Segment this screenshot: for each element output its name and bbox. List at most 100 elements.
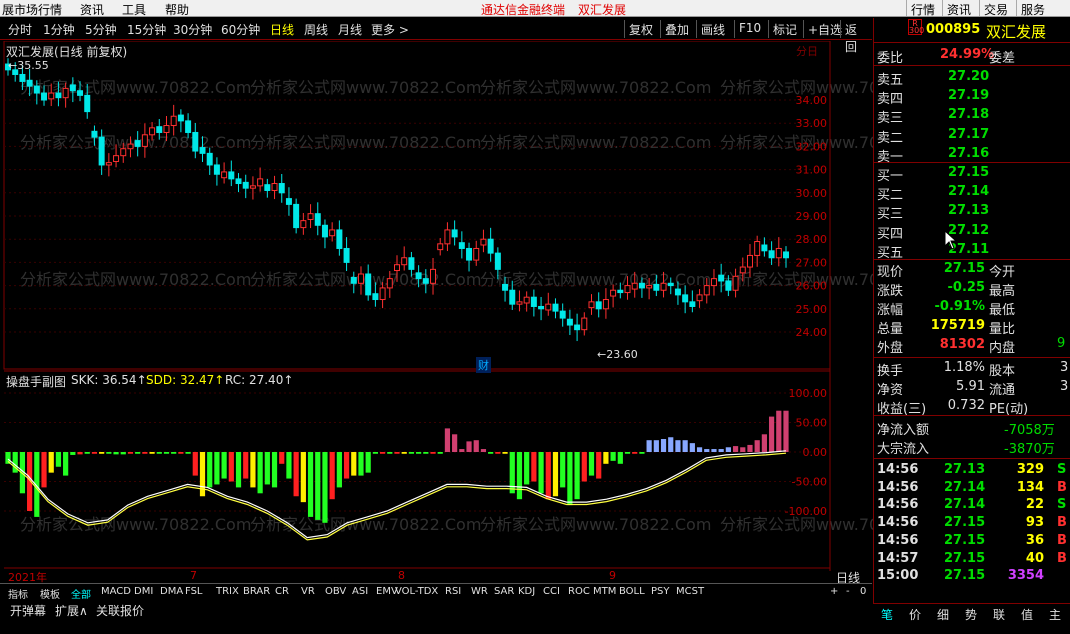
zoom-out-button[interactable]: - (846, 586, 850, 597)
period-tab-minute[interactable]: 分时 (8, 21, 32, 38)
indicator-tab[interactable]: WR (471, 586, 488, 597)
draw-button[interactable]: 画线 (696, 20, 729, 38)
indicator-bar (135, 452, 141, 454)
tab-trend[interactable]: 势 (965, 606, 977, 623)
zoom-reset-button[interactable]: 0 (860, 586, 866, 597)
period-tab-monthly[interactable]: 月线 (338, 21, 362, 38)
menu-quotes-button[interactable]: 行情 (906, 0, 939, 17)
netflow-value: -7058万 (1004, 423, 1055, 438)
indicator-bar (228, 452, 234, 482)
tab-trades[interactable]: 笔 (881, 606, 893, 623)
indicator-bar (430, 452, 436, 454)
finance-marker[interactable]: 财 (476, 357, 491, 373)
danmaku-button[interactable]: 开弹幕 (10, 602, 46, 619)
mark-button[interactable]: 标记 (768, 20, 801, 38)
ask-label: 卖四 (877, 92, 904, 108)
menu-tools[interactable]: 工具 (122, 1, 146, 18)
indicator-tab[interactable]: 模板 (40, 586, 60, 601)
period-tab-more[interactable]: 更多 > (371, 21, 409, 38)
tick-time: 14:56 (877, 532, 919, 548)
tab-detail[interactable]: 细 (937, 606, 949, 623)
period-tab-30min[interactable]: 30分钟 (173, 21, 212, 38)
indicator-tab[interactable]: TRIX (216, 586, 239, 597)
indicator-bar (329, 452, 335, 500)
price-axis-label: 26.00 (796, 280, 828, 293)
period-tab-weekly[interactable]: 周线 (304, 21, 328, 38)
tab-linked[interactable]: 联 (993, 606, 1005, 623)
period-tab-60min[interactable]: 60分钟 (221, 21, 260, 38)
indicator-tab[interactable]: CR (275, 586, 289, 597)
stat-label-2: 内盘 (989, 341, 1016, 356)
indicator-tab[interactable]: CCI (543, 586, 560, 597)
menu-news-button[interactable]: 资讯 (942, 0, 975, 17)
zoom-in-button[interactable]: + (830, 586, 838, 597)
menu-trade-button[interactable]: 交易 (979, 0, 1012, 17)
indicator-tab[interactable]: FSL (185, 586, 203, 597)
tick-side: B (1057, 515, 1067, 531)
indicator-tab[interactable]: BRAR (243, 586, 270, 597)
indicator-tab[interactable]: OBV (325, 586, 346, 597)
related-quote-button[interactable]: 关联报价 (96, 602, 144, 619)
price-axis-label: 34.00 (796, 94, 828, 107)
indicator-tab[interactable]: MACD (101, 586, 131, 597)
indicator-tab[interactable]: PSY (651, 586, 670, 597)
price-axis-label: 32.00 (796, 140, 828, 153)
chart-area[interactable]: 分析家公式网www.70822.Com 分析家公式网www.70822.Com … (0, 41, 951, 585)
stat-value: 27.15 (943, 261, 985, 276)
indicator-tab[interactable]: DMI (134, 586, 153, 597)
candle-body (206, 152, 213, 166)
indicator-tab[interactable]: VR (301, 586, 315, 597)
candle-body (646, 285, 653, 289)
indicator-bar (416, 452, 422, 454)
indicator-bar (336, 452, 342, 488)
tick-side: B (1057, 479, 1067, 495)
indicator-bar (178, 452, 184, 454)
candle-body (732, 275, 739, 291)
fund-label-2: 流通 (989, 383, 1016, 398)
indicator-tab[interactable]: BOLL (619, 586, 645, 597)
indicator-bar (163, 452, 170, 454)
period-tab-1min[interactable]: 1分钟 (43, 21, 75, 38)
indicator-bar (444, 428, 451, 452)
indicator-tab[interactable]: MTM (593, 586, 616, 597)
indicator-tab[interactable]: KDJ (518, 586, 535, 597)
indicator-tab[interactable]: 指标 (8, 586, 28, 601)
f10-button[interactable]: F10 (734, 20, 765, 38)
candle-body (62, 87, 69, 99)
candle-body (516, 301, 523, 305)
ask-price: 27.17 (948, 126, 990, 142)
menu-help[interactable]: 帮助 (165, 1, 189, 18)
indicator-name[interactable]: 操盘手副图 (6, 373, 66, 390)
indicator-bar (113, 452, 119, 455)
expand-button[interactable]: 扩展∧ (55, 602, 88, 619)
candle-body (559, 310, 566, 319)
indicator-tab[interactable]: MCST (676, 586, 704, 597)
indicator-tab[interactable]: SAR (494, 586, 514, 597)
candle-body (242, 181, 249, 189)
indicator-tab[interactable]: ASI (352, 586, 368, 597)
candle-body (775, 247, 782, 259)
indicator-bar (372, 452, 378, 454)
chart-corner-tag: 分日 (796, 45, 818, 58)
period-tab-15min[interactable]: 15分钟 (127, 21, 166, 38)
indicator-tab[interactable]: ROC (568, 586, 590, 597)
menu-market[interactable]: 展市场行情 (2, 1, 62, 18)
adjust-button[interactable]: 复权 (624, 20, 657, 38)
menu-news[interactable]: 资讯 (80, 1, 104, 18)
indicator-bar (171, 452, 177, 454)
tab-price[interactable]: 价 (909, 606, 921, 623)
overlay-button[interactable]: 叠加 (660, 20, 693, 38)
indicator-tab[interactable]: VOL-TDX (395, 586, 438, 597)
indicator-tab[interactable]: 全部 (71, 586, 91, 601)
indicator-bar (632, 452, 638, 454)
indicator-tab[interactable]: RSI (445, 586, 461, 597)
candle-body (336, 229, 343, 249)
period-tab-5min[interactable]: 5分钟 (85, 21, 117, 38)
back-button[interactable]: 返回 (840, 20, 872, 54)
tab-main[interactable]: 主 (1049, 606, 1061, 623)
menu-service-button[interactable]: 服务 (1016, 0, 1049, 17)
tab-value[interactable]: 值 (1021, 606, 1033, 623)
indicator-bar (423, 452, 429, 454)
period-tab-daily[interactable]: 日线 (270, 21, 294, 38)
indicator-tab[interactable]: DMA (160, 586, 183, 597)
